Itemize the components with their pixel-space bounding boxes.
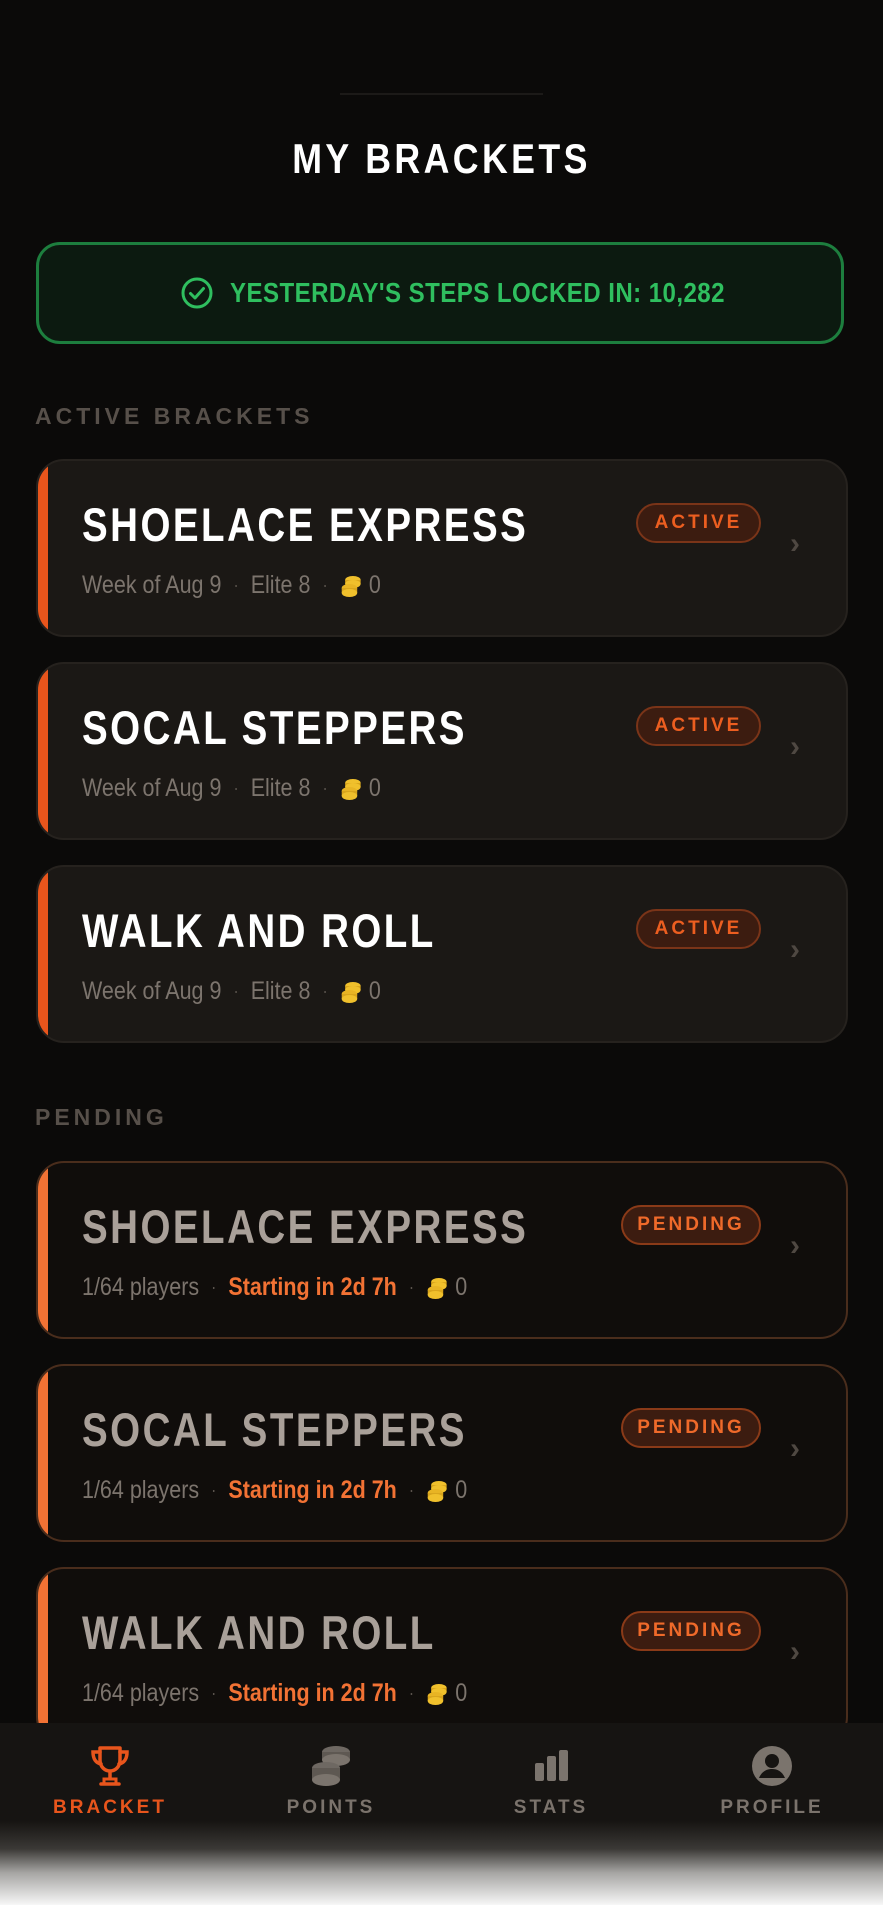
meta-separator: · (322, 778, 328, 798)
bracket-card-pending[interactable]: SOCAL STEPPERS PENDING 1/64 players · St… (36, 1364, 848, 1542)
bracket-week: Week of Aug 9 (82, 571, 222, 599)
card-accent-bar (38, 867, 48, 1041)
nav-label: STATS (513, 1797, 589, 1818)
bracket-start-time: Starting in 2d 7h (228, 1476, 397, 1504)
bracket-card-pending[interactable]: SHOELACE EXPRESS PENDING 1/64 players · … (36, 1161, 848, 1339)
bracket-name: SOCAL STEPPERS (82, 1403, 467, 1456)
coins-icon (312, 1746, 350, 1786)
chevron-right-icon[interactable]: › (790, 1229, 800, 1263)
bracket-round: Elite 8 (250, 571, 311, 599)
active-brackets-heading: ACTIVE BRACKETS (35, 403, 314, 429)
user-circle-icon (752, 1746, 792, 1786)
chevron-right-icon[interactable]: › (790, 933, 800, 967)
chevron-right-icon[interactable]: › (790, 527, 800, 561)
bracket-round: Elite 8 (250, 977, 311, 1005)
status-badge: PENDING (621, 1205, 761, 1245)
bracket-players: 1/64 players (82, 1679, 200, 1707)
bracket-players: 1/64 players (82, 1476, 200, 1504)
bracket-name: WALK AND ROLL (82, 904, 436, 957)
bracket-name: SHOELACE EXPRESS (82, 498, 529, 551)
steps-locked-text: YESTERDAY'S STEPS LOCKED IN: 10,282 (230, 277, 725, 308)
bracket-name: SOCAL STEPPERS (82, 701, 467, 754)
coins-icon (341, 575, 361, 597)
meta-separator: · (211, 1277, 217, 1297)
nav-label: BRACKET (53, 1797, 167, 1818)
nav-item-bracket[interactable]: BRACKET (30, 1743, 190, 1819)
status-badge: ACTIVE (636, 503, 761, 543)
status-badge: ACTIVE (636, 706, 761, 746)
bracket-coins: 0 (455, 1679, 468, 1707)
bracket-meta: 1/64 players · Starting in 2d 7h · 0 (82, 1476, 530, 1505)
meta-separator: · (233, 575, 239, 595)
coins-icon (427, 1480, 447, 1502)
bracket-week: Week of Aug 9 (82, 774, 222, 802)
coins-icon (427, 1683, 447, 1705)
check-circle-icon (181, 277, 213, 309)
nav-item-points[interactable]: POINTS (251, 1743, 411, 1819)
status-badge: ACTIVE (636, 909, 761, 949)
bracket-meta: 1/64 players · Starting in 2d 7h · 0 (82, 1273, 530, 1302)
bracket-players: 1/64 players (82, 1273, 200, 1301)
bracket-card-active[interactable]: SHOELACE EXPRESS ACTIVE Week of Aug 9 · … (36, 459, 848, 637)
card-accent-bar (38, 1366, 48, 1540)
bracket-week: Week of Aug 9 (82, 977, 222, 1005)
bracket-meta: Week of Aug 9 · Elite 8 · 0 (82, 774, 430, 803)
top-divider (340, 93, 543, 95)
bracket-name: WALK AND ROLL (82, 1606, 436, 1659)
nav-label: POINTS (286, 1797, 376, 1818)
meta-separator: · (322, 575, 328, 595)
bracket-meta: 1/64 players · Starting in 2d 7h · 0 (82, 1679, 530, 1708)
bracket-coins: 0 (455, 1476, 468, 1504)
trophy-icon (91, 1746, 129, 1786)
chevron-right-icon[interactable]: › (790, 1432, 800, 1466)
bracket-meta: Week of Aug 9 · Elite 8 · 0 (82, 571, 430, 600)
bracket-card-active[interactable]: WALK AND ROLL ACTIVE Week of Aug 9 · Eli… (36, 865, 848, 1043)
bracket-coins: 0 (368, 571, 381, 599)
meta-separator: · (211, 1480, 217, 1500)
coins-icon (341, 981, 361, 1003)
my-brackets-screen: MY BRACKETS YESTERDAY'S STEPS LOCKED IN:… (0, 0, 883, 1905)
coins-icon (427, 1277, 447, 1299)
bracket-card-active[interactable]: SOCAL STEPPERS ACTIVE Week of Aug 9 · El… (36, 662, 848, 840)
bracket-start-time: Starting in 2d 7h (228, 1273, 397, 1301)
card-accent-bar (38, 1569, 48, 1743)
page-title: MY BRACKETS (292, 135, 591, 182)
card-accent-bar (38, 461, 48, 635)
chevron-right-icon[interactable]: › (790, 1635, 800, 1669)
meta-separator: · (233, 981, 239, 1001)
steps-locked-banner: YESTERDAY'S STEPS LOCKED IN: 10,282 (36, 242, 844, 344)
bottom-nav: BRACKET POINTS STATS PROFILE (0, 1723, 883, 1905)
nav-item-stats[interactable]: STATS (471, 1743, 631, 1819)
status-badge: PENDING (621, 1408, 761, 1448)
meta-separator: · (322, 981, 328, 1001)
nav-item-profile[interactable]: PROFILE (692, 1743, 852, 1819)
nav-label: PROFILE (720, 1797, 824, 1818)
meta-separator: · (233, 778, 239, 798)
meta-separator: · (408, 1277, 415, 1297)
chevron-right-icon[interactable]: › (790, 730, 800, 764)
bar-chart-icon (535, 1750, 568, 1781)
meta-separator: · (408, 1480, 415, 1500)
pending-heading: PENDING (35, 1104, 168, 1130)
bracket-start-time: Starting in 2d 7h (228, 1679, 397, 1707)
bracket-meta: Week of Aug 9 · Elite 8 · 0 (82, 977, 430, 1006)
meta-separator: · (408, 1683, 415, 1703)
bracket-coins: 0 (455, 1273, 468, 1301)
bracket-name: SHOELACE EXPRESS (82, 1200, 529, 1253)
card-accent-bar (38, 1163, 48, 1337)
bracket-round: Elite 8 (250, 774, 311, 802)
card-accent-bar (38, 664, 48, 838)
bracket-coins: 0 (368, 977, 381, 1005)
bracket-card-pending[interactable]: WALK AND ROLL PENDING 1/64 players · Sta… (36, 1567, 848, 1745)
status-badge: PENDING (621, 1611, 761, 1651)
coins-icon (341, 778, 361, 800)
bracket-coins: 0 (368, 774, 381, 802)
meta-separator: · (211, 1683, 217, 1703)
